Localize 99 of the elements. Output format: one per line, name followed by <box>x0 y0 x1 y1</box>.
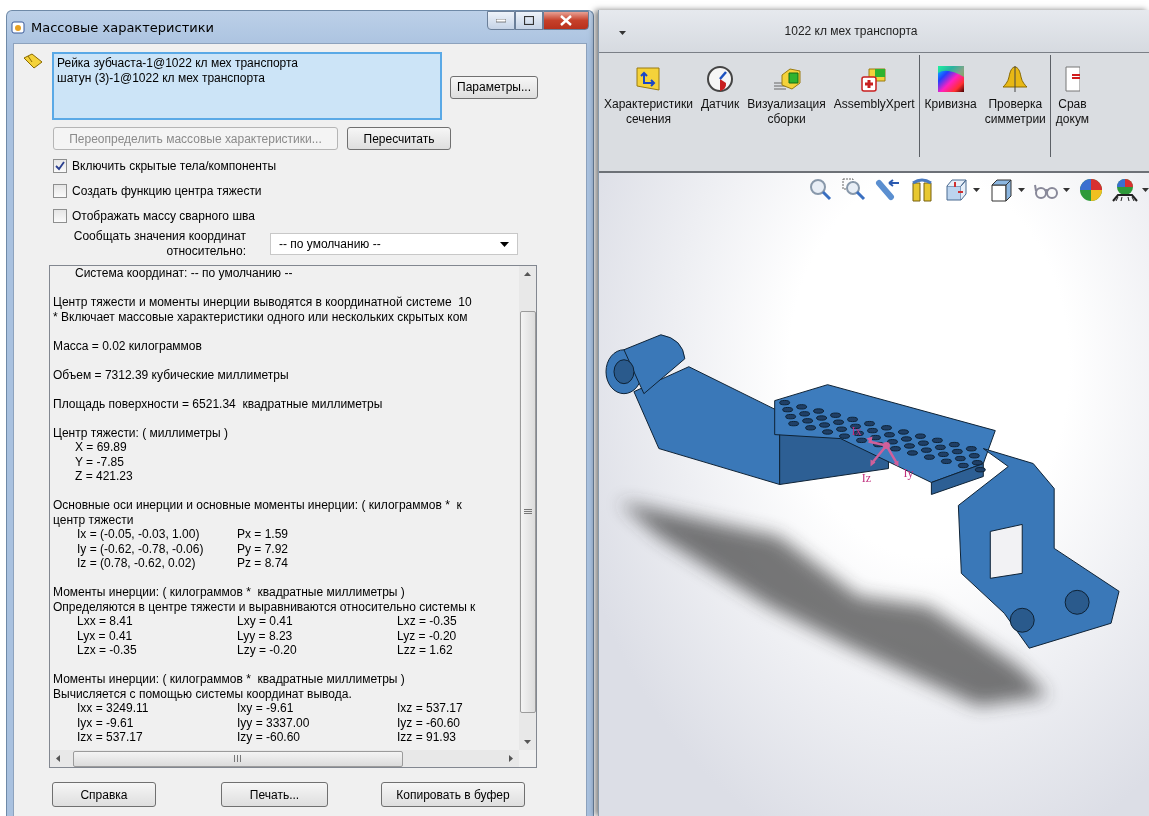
ribbon-button[interactable]: AssemblyXpert <box>831 65 917 157</box>
bell-icon <box>1001 65 1030 93</box>
ribbon-button[interactable]: Датчик <box>699 65 742 157</box>
dropdown-arrow-icon <box>500 241 509 247</box>
report-value: Izy = -60.60 <box>237 730 302 745</box>
blocks-icon <box>771 65 802 93</box>
report-line: Площадь поверхности = 6521.34 квадратные миллиметры <box>53 396 384 411</box>
report-value: Iy = (-0.62, -0.78, -0.06) <box>77 541 205 556</box>
report-line: Моменты инерции: ( килограммов * квадратные миллиметры ) <box>53 672 406 687</box>
report-line: Моменты инерции: ( килограммов * квадратные миллиметры ) <box>53 585 406 600</box>
report-value: Lxy = 0.41 <box>237 614 294 629</box>
caret-icon[interactable] <box>1018 188 1025 192</box>
ribbon-button[interactable]: Проверка симметрии <box>982 65 1048 157</box>
grip-icon <box>234 755 242 762</box>
caret-icon[interactable] <box>973 188 980 192</box>
dialog-button[interactable]: Справка <box>52 782 156 807</box>
report-line: Объем = 7312.39 кубические миллиметры <box>53 367 290 382</box>
report-value: Lxz = -0.35 <box>397 614 458 629</box>
report-value: Ixx = 3249.11 <box>77 701 150 716</box>
ribbon-button[interactable]: Характеристики сечения <box>602 65 695 157</box>
report-line: Масса = 0.02 килограммов <box>53 338 203 353</box>
report-line: Центр тяжести: ( миллиметры ) <box>53 425 229 440</box>
horizontal-scrollbar[interactable] <box>50 750 519 767</box>
report-value: Izx = 537.17 <box>77 730 144 745</box>
report-line: Y = -7.85 <box>74 454 125 469</box>
report-value: Lzx = -0.35 <box>77 643 138 658</box>
report-value: Lxx = 8.41 <box>77 614 134 629</box>
report-line: Z = 421.23 <box>74 469 134 484</box>
report-line: Вычисляется с помощью системы координат вывода. <box>53 686 353 701</box>
report-value: Pz = 8.74 <box>237 556 290 571</box>
checkbox-label: Создать функцию центра тяжести <box>72 184 262 198</box>
maximize-button[interactable] <box>515 11 543 30</box>
list-item[interactable]: шатун (3)-1@1022 кл мех транспорта <box>57 71 437 86</box>
section-view-icon[interactable] <box>909 177 935 203</box>
checkbox[interactable] <box>53 159 67 173</box>
app-icon <box>11 20 25 34</box>
previous-view-icon[interactable] <box>875 177 901 203</box>
ribbon-button[interactable]: Визуализация сборки <box>745 65 828 157</box>
section-plane-icon <box>634 65 663 93</box>
gauge-icon <box>706 65 735 93</box>
minimize-button[interactable] <box>487 11 515 30</box>
report-value: Lyy = 8.23 <box>237 628 294 643</box>
inertia-axes-drawing <box>866 436 899 467</box>
report-line: * Включает массовые характеристики одного или нескольких скрытых ком <box>53 309 469 324</box>
document-icon <box>1064 65 1081 93</box>
report-value: Lyz = -0.20 <box>397 628 458 643</box>
dialog-button[interactable]: Копировать в буфер <box>381 782 525 807</box>
window-title: 1022 кл мех транспорта <box>783 24 919 38</box>
recalculate-button[interactable]: Пересчитать <box>347 127 451 150</box>
report-value: Ix = (-0.05, -0.03, 1.00) <box>77 527 201 542</box>
zoom-area-icon[interactable] <box>841 177 867 203</box>
report-value: Izz = 91.93 <box>397 730 458 745</box>
report-value: Lzz = 1.62 <box>397 643 454 658</box>
display-style-icon[interactable] <box>988 177 1014 203</box>
caret-icon[interactable] <box>1063 188 1070 192</box>
report-line: Центр тяжести и моменты инерции выводятся в координатной системе 10 <box>53 295 473 310</box>
checkbox-label: Отображать массу сварного шва <box>72 209 255 223</box>
checkbox-label: Включить скрытые тела/компоненты <box>72 159 277 173</box>
report-value: Lzy = -0.20 <box>237 643 298 658</box>
report-line: Основные оси инерции и основные моменты инерции: ( килограммов * к <box>53 498 463 513</box>
report-value: Iz = (0.78, -0.62, 0.02) <box>77 556 197 571</box>
report-value: Ixz = 537.17 <box>397 701 464 716</box>
maximize-icon <box>524 16 534 25</box>
report-line: центр тяжести <box>53 512 135 527</box>
report-line: Система координат: -- по умолчанию -- <box>74 266 294 281</box>
report-value: Iyz = -60.60 <box>397 715 462 730</box>
quick-access-caret-icon[interactable] <box>619 31 626 35</box>
field-label: Сообщать значения координат относительно: <box>72 229 246 259</box>
dialog-button[interactable]: Печать... <box>221 782 328 807</box>
selected-components-list[interactable]: Рейка зубчаста-1@1022 кл мех транспорта шатун (3)-1@1022 кл мех транспорта <box>52 52 442 120</box>
caret-icon[interactable] <box>1142 188 1149 192</box>
report-line: X = 69.89 <box>74 440 128 455</box>
report-value: Lyx = 0.41 <box>77 628 134 643</box>
options-button[interactable]: Параметры... <box>450 75 538 99</box>
minimize-icon <box>496 18 506 23</box>
scene-icon[interactable] <box>1112 177 1138 203</box>
close-button[interactable] <box>543 11 589 30</box>
appearance-icon[interactable] <box>1078 177 1104 203</box>
view-orientation-icon[interactable] <box>943 177 969 203</box>
ribbon-button[interactable]: Срав докум <box>1053 65 1091 157</box>
list-item[interactable]: Рейка зубчаста-1@1022 кл мех транспорта <box>57 56 437 71</box>
grip-icon <box>523 509 532 515</box>
window-title: Массовые характеристики <box>31 19 214 35</box>
report-line: Определяются в центре тяжести и выравниваются относительно системы к <box>53 599 477 614</box>
report-value: Px = 1.59 <box>237 527 290 542</box>
axis-label: Ix <box>851 423 862 438</box>
rainbow-gradient-icon <box>936 65 965 93</box>
axis-label: Iz <box>861 471 872 486</box>
report-value: Py = 7.92 <box>237 541 290 556</box>
checkbox[interactable] <box>53 184 67 198</box>
report-value: Iyx = -9.61 <box>77 715 135 730</box>
ribbon-button[interactable]: Кривизна <box>922 65 979 157</box>
vertical-scrollbar[interactable] <box>519 266 536 750</box>
report-value: Iyy = 3337.00 <box>237 715 311 730</box>
checkbox[interactable] <box>53 209 67 223</box>
report-value: Ixy = -9.61 <box>237 701 295 716</box>
coordinate-system-dropdown[interactable]: -- по умолчанию -- <box>270 233 518 255</box>
zoom-to-fit-icon[interactable] <box>807 177 833 203</box>
close-icon <box>560 15 572 26</box>
